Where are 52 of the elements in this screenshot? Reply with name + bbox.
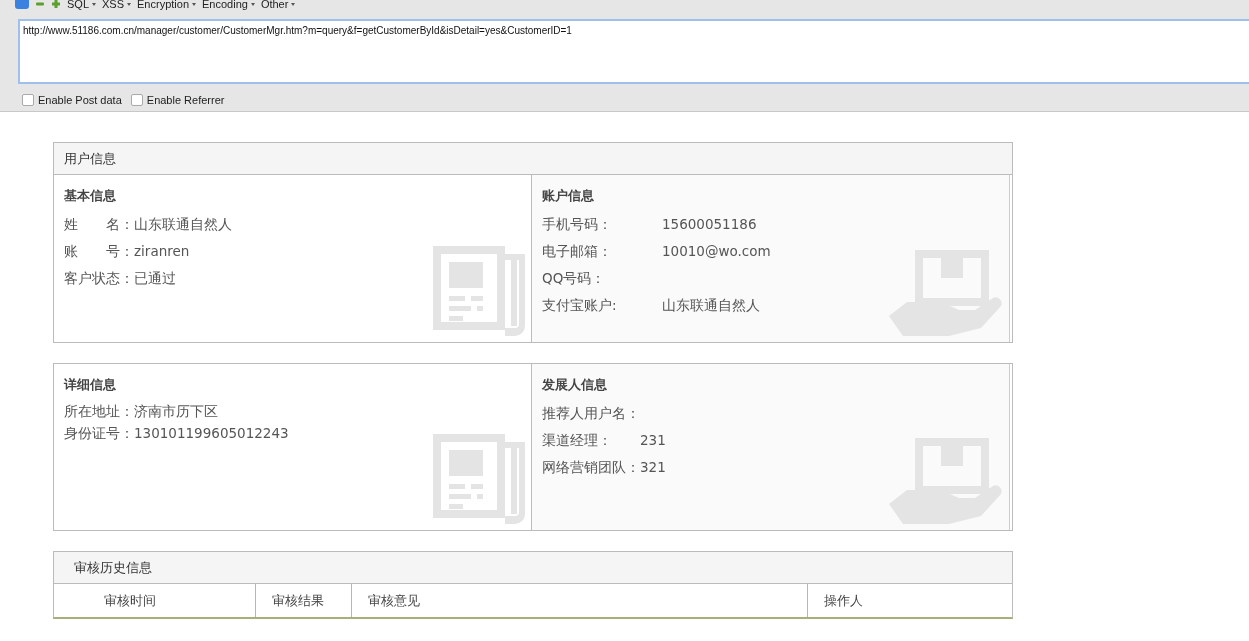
caret-icon (127, 2, 132, 6)
field-label: 支付宝账户: (542, 296, 618, 315)
column-header: 审核结果 (255, 584, 351, 617)
panel-header: 用户信息 (54, 143, 1012, 175)
newspaper-icon (433, 244, 525, 336)
caret-icon (250, 2, 255, 6)
field-value: 130101199605012243 (134, 424, 289, 443)
caret-icon (291, 2, 296, 6)
field-value: 15600051186 (662, 215, 757, 234)
field-value: 231 (640, 431, 666, 450)
field-label: 推荐人用户名： (542, 404, 640, 423)
field-value: 山东联通自然人 (662, 296, 760, 315)
checkbox-label[interactable]: Enable Referrer (146, 94, 225, 106)
newspaper-icon (433, 432, 525, 524)
column-header: 审核意见 (351, 584, 807, 617)
field-value: ziranren (134, 242, 190, 261)
field-value: 山东联通自然人 (134, 215, 232, 234)
section-title: 基本信息 (64, 187, 117, 205)
menu-button[interactable]: Encoding (202, 0, 255, 9)
menu-button[interactable]: Encryption (137, 0, 196, 9)
field-label: 姓 名： (64, 215, 134, 234)
section-title: 详细信息 (64, 376, 117, 394)
field-label: 网络营销团队： (542, 458, 640, 477)
section-title: 账户信息 (542, 187, 595, 205)
menu-button[interactable]: Other (260, 0, 296, 9)
checkbox[interactable] (22, 94, 34, 106)
field-label: 渠道经理： (542, 431, 613, 450)
checkbox[interactable] (130, 94, 143, 106)
panel-header: 审核历史信息 (54, 552, 1012, 584)
field-label: 手机号码： (542, 215, 613, 234)
section-title: 发展人信息 (542, 376, 608, 394)
field-value: 济南市历下区 (134, 402, 218, 421)
caret-icon (92, 2, 96, 6)
field-label: 身份证号： (64, 424, 134, 443)
field-value: 321 (640, 458, 666, 477)
url-field[interactable]: http://www.51186.com.cn/manager/customer/CustomerMgr.htm?m=query&f=getCustomerById&isDetail=yes&CustomerID=1 (18, 19, 1249, 84)
field-label: 电子邮箱： (542, 242, 613, 261)
field-label: QQ号码： (542, 269, 607, 288)
menu-button[interactable]: XSS (102, 0, 132, 9)
field-label: 所在地址： (64, 402, 134, 421)
field-label: 客户状态： (64, 269, 134, 288)
column-header: 操作人 (807, 584, 1012, 617)
field-label: 账 号： (64, 242, 134, 261)
column-header: 审核时间 (103, 592, 157, 610)
stepper-icon[interactable] (15, 0, 29, 9)
minus-icon[interactable] (35, 0, 45, 9)
plus-icon[interactable] (51, 0, 61, 9)
field-value: 已通过 (134, 269, 176, 288)
caret-icon (192, 2, 196, 6)
menu-button[interactable]: SQL (67, 0, 96, 9)
field-value: 10010@wo.com (662, 242, 771, 261)
checkbox-label[interactable]: Enable Post data (38, 94, 122, 106)
